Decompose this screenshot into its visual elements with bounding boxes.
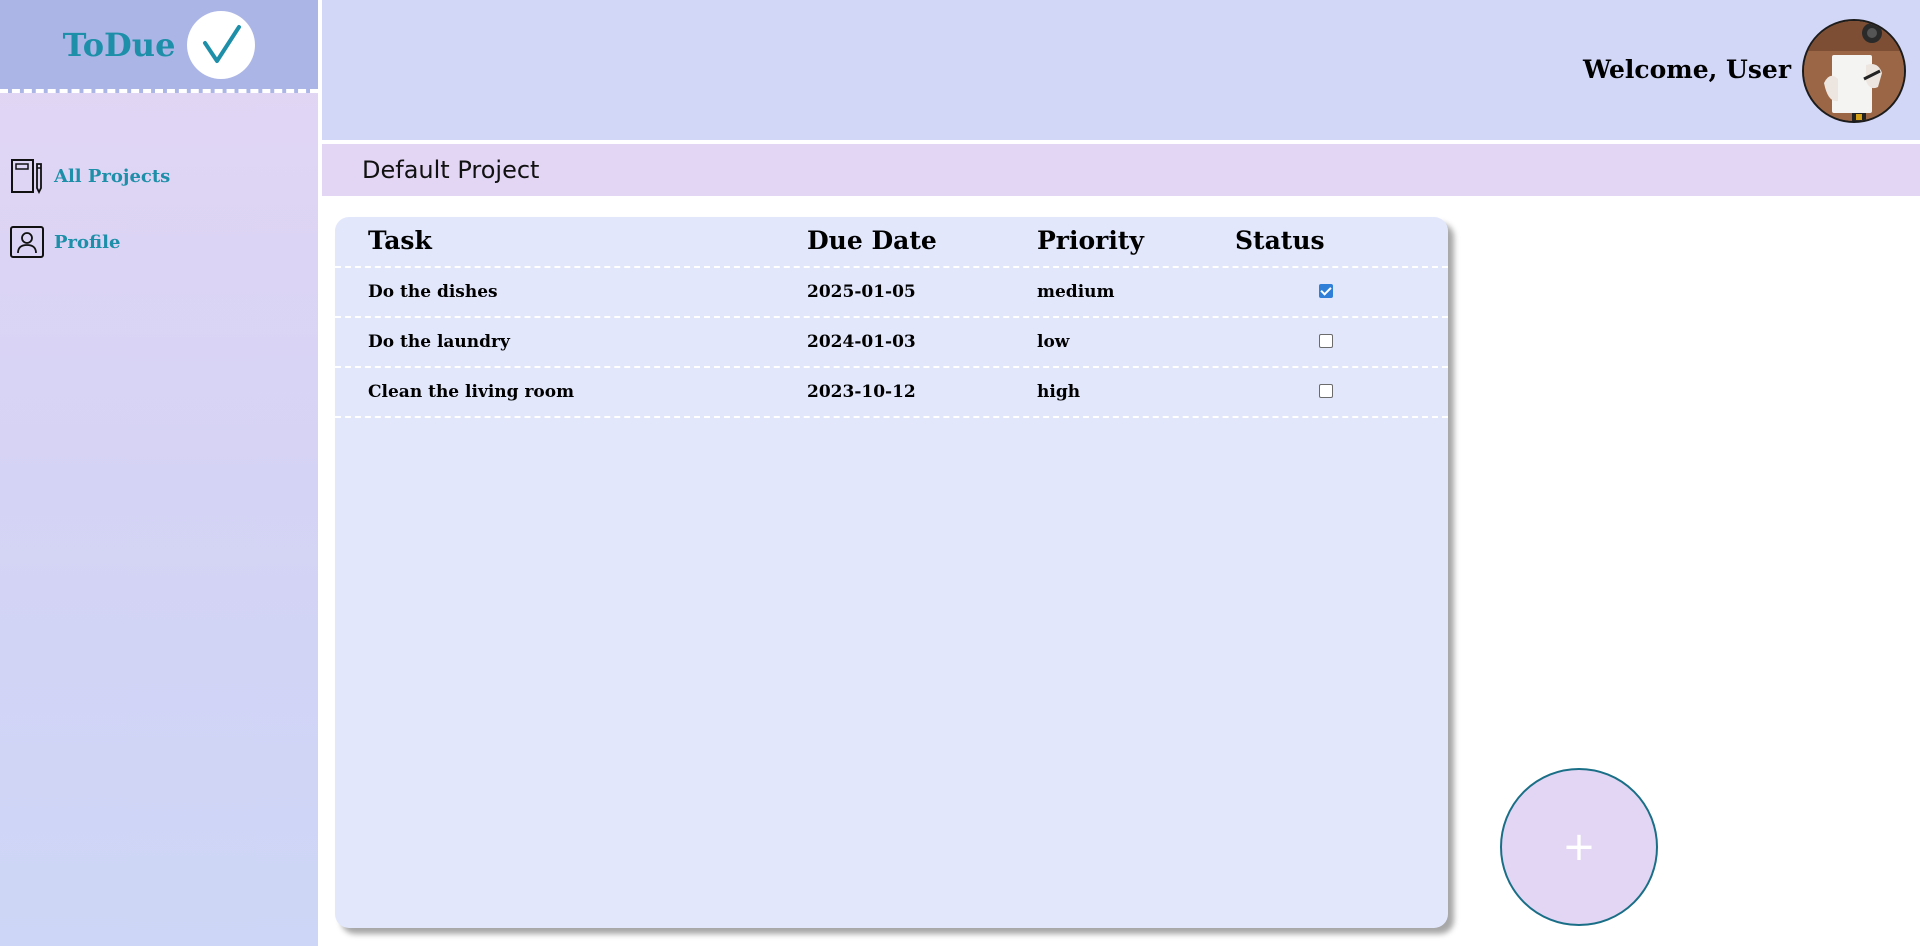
logo-bar: ToDue	[0, 0, 318, 93]
welcome-text: Welcome, User	[1582, 55, 1791, 84]
sidebar-item-label: All Projects	[54, 165, 171, 187]
column-header-task: Task	[368, 226, 432, 255]
top-header: Welcome, User	[322, 0, 1920, 142]
sidebar-item-label: Profile	[54, 231, 121, 253]
task-due-date: 2024-01-03	[807, 332, 916, 352]
table-row: Do the dishes 2025-01-05 medium	[335, 268, 1448, 318]
app-logo-text: ToDue	[62, 25, 176, 64]
column-header-due-date: Due Date	[807, 226, 937, 255]
task-name: Do the dishes	[368, 282, 498, 302]
task-table: Task Due Date Priority Status Do the dis…	[335, 217, 1448, 928]
status-checkbox[interactable]	[1319, 384, 1333, 398]
sidebar-item-profile[interactable]: Profile	[10, 224, 170, 260]
project-bar: Default Project	[322, 144, 1920, 196]
task-priority: high	[1037, 382, 1081, 402]
sidebar-nav: All Projects Profile	[10, 158, 170, 290]
project-title: Default Project	[362, 156, 540, 184]
add-task-button[interactable]: +	[1500, 768, 1658, 926]
plus-icon: +	[1562, 824, 1596, 870]
task-due-date: 2025-01-05	[807, 282, 916, 302]
sidebar-item-all-projects[interactable]: All Projects	[10, 158, 170, 194]
task-due-date: 2023-10-12	[807, 382, 916, 402]
table-header-row: Task Due Date Priority Status	[335, 217, 1448, 268]
avatar[interactable]	[1802, 19, 1906, 123]
task-name: Do the laundry	[368, 332, 510, 352]
notebook-pen-icon	[10, 158, 44, 194]
table-row: Clean the living room 2023-10-12 high	[335, 368, 1448, 418]
user-profile-icon	[10, 224, 44, 260]
task-priority: low	[1037, 332, 1070, 352]
checkmark-logo-icon	[187, 10, 256, 79]
status-checkbox[interactable]	[1319, 284, 1333, 298]
task-priority: medium	[1037, 282, 1115, 302]
sidebar: ToDue All Projects Profile	[0, 0, 320, 946]
task-name: Clean the living room	[368, 382, 575, 402]
status-checkbox[interactable]	[1319, 334, 1333, 348]
column-header-priority: Priority	[1037, 226, 1144, 255]
column-header-status: Status	[1235, 226, 1325, 255]
table-row: Do the laundry 2024-01-03 low	[335, 318, 1448, 368]
